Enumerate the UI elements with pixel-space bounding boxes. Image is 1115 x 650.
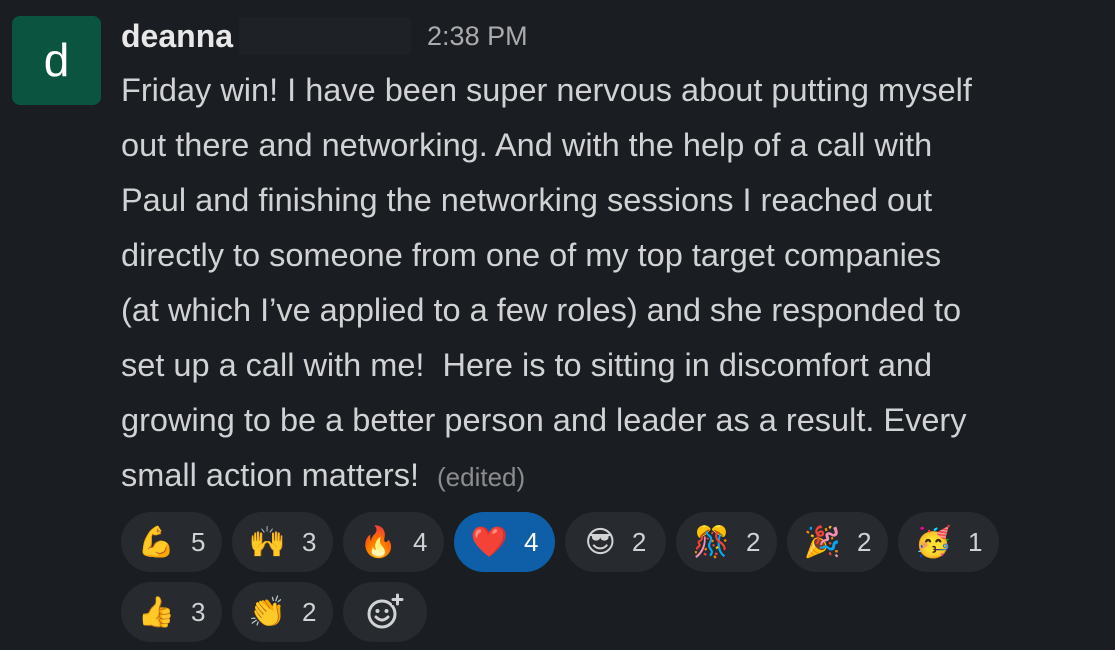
message-line: out there and networking. And with the h… [121, 127, 933, 163]
reaction-count: 2 [856, 526, 872, 557]
partying-face-icon: 🥳 [914, 524, 952, 560]
reaction-row: 💪 5 🙌 3 🔥 4 ❤️ 4 😎 2 🎊 2 🎉 2 🥳 1 [121, 512, 1111, 572]
reaction-fire[interactable]: 🔥 4 [343, 512, 444, 572]
reaction-red-heart[interactable]: ❤️ 4 [454, 512, 555, 572]
message-line-text: small action matters! [121, 457, 420, 493]
reaction-party-popper[interactable]: 🎉 2 [787, 512, 888, 572]
reaction-sunglasses-face[interactable]: 😎 2 [565, 512, 666, 572]
reaction-partying-face[interactable]: 🥳 1 [898, 512, 999, 572]
message-line: Friday win! I have been super nervous ab… [121, 72, 972, 108]
reaction-raising-hands[interactable]: 🙌 3 [232, 512, 333, 572]
reaction-count: 2 [631, 526, 647, 557]
reaction-count: 3 [190, 596, 206, 627]
add-reaction-button[interactable] [343, 582, 427, 642]
clapping-hands-icon: 👏 [248, 594, 286, 630]
avatar[interactable]: d [12, 16, 101, 105]
message-line: Paul and finishing the networking sessio… [121, 182, 933, 218]
reaction-row: 👍 3 👏 2 [121, 582, 1111, 642]
message-body: Friday win! I have been super nervous ab… [121, 63, 1111, 505]
thumbs-up-icon: 👍 [137, 594, 175, 630]
timestamp[interactable]: 2:38 PM [427, 21, 528, 52]
fire-icon: 🔥 [359, 524, 397, 560]
redacted-name [239, 17, 412, 55]
username[interactable]: deanna [121, 18, 233, 55]
reaction-count: 2 [301, 596, 317, 627]
reactions-bar: 💪 5 🙌 3 🔥 4 ❤️ 4 😎 2 🎊 2 🎉 2 🥳 1 👍 3 👏 2 [121, 512, 1111, 650]
edited-label: (edited) [437, 462, 526, 492]
reaction-count: 4 [412, 526, 428, 557]
flexed-biceps-icon: 💪 [137, 524, 175, 560]
reaction-count: 3 [301, 526, 317, 557]
reaction-flexed-biceps[interactable]: 💪 5 [121, 512, 222, 572]
message-line: set up a call with me! Here is to sittin… [121, 347, 933, 383]
confetti-ball-icon: 🎊 [692, 524, 730, 560]
message-line: growing to be a better person and leader… [121, 402, 967, 438]
reaction-count: 4 [523, 526, 539, 557]
red-heart-icon: ❤️ [470, 524, 508, 560]
add-reaction-icon [365, 592, 405, 632]
sunglasses-face-icon: 😎 [584, 524, 616, 560]
party-popper-icon: 🎉 [803, 524, 841, 560]
message-line: directly to someone from one of my top t… [121, 237, 942, 273]
reaction-thumbs-up[interactable]: 👍 3 [121, 582, 222, 642]
reaction-count: 1 [967, 526, 983, 557]
reaction-confetti-ball[interactable]: 🎊 2 [676, 512, 777, 572]
reaction-clapping-hands[interactable]: 👏 2 [232, 582, 333, 642]
message-line: (at which I’ve applied to a few roles) a… [121, 292, 962, 328]
message-line: small action matters! (edited) [121, 448, 1111, 505]
message: d deanna 2:38 PM Friday win! I have been… [0, 0, 1115, 650]
message-header: deanna 2:38 PM [121, 14, 528, 58]
reaction-count: 2 [745, 526, 761, 557]
raising-hands-icon: 🙌 [248, 524, 286, 560]
reaction-count: 5 [190, 526, 206, 557]
